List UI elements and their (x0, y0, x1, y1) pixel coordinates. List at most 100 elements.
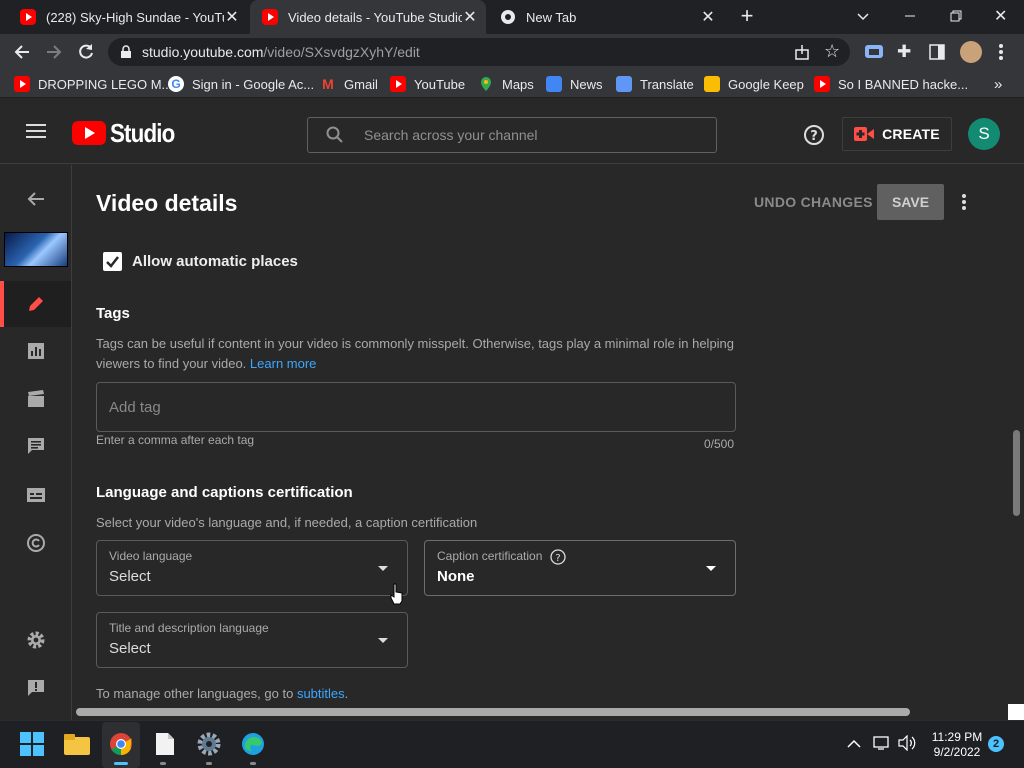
show-hidden-icons-icon[interactable] (847, 737, 861, 749)
new-tab-icon[interactable]: + (736, 5, 758, 28)
volume-icon[interactable] (898, 734, 916, 752)
svg-text:?: ? (810, 129, 818, 144)
help-circle-icon[interactable]: ? (550, 549, 566, 565)
settings-app-icon[interactable] (196, 731, 222, 757)
google-icon: G (168, 76, 184, 92)
search-placeholder: Search across your channel (364, 127, 538, 143)
video-thumbnail[interactable] (4, 232, 68, 267)
forward-icon[interactable] (44, 42, 64, 62)
youtube-icon (814, 76, 830, 92)
dropdown-arrow-icon (706, 566, 716, 571)
bookmark-label: DROPPING LEGO M... (38, 76, 173, 92)
tags-input[interactable]: Add tag (96, 382, 736, 432)
editor-clapper-icon[interactable] (24, 387, 48, 411)
active-indicator (0, 281, 4, 327)
share-icon[interactable] (794, 43, 812, 61)
save-button[interactable]: SAVE (877, 184, 944, 220)
bookmark-label: Gmail (344, 76, 378, 92)
more-options-icon[interactable] (960, 193, 968, 211)
extensions-puzzle-icon[interactable]: ✚ (897, 42, 917, 62)
more-bookmarks-icon[interactable]: » (994, 70, 1002, 98)
youtube-icon (14, 76, 30, 92)
browser-tab[interactable]: (228) Sky-High Sundae - YouTube ✕ (8, 0, 248, 34)
caption-certification-select[interactable]: Caption certification ? None (424, 540, 736, 596)
allow-places-checkbox[interactable] (103, 252, 122, 271)
profile-avatar[interactable] (960, 41, 982, 63)
tab-title: Video details - YouTube Studio (288, 9, 462, 25)
extension-screen-icon[interactable] (864, 43, 884, 61)
subtitles-icon[interactable] (24, 483, 48, 507)
back-icon[interactable] (12, 42, 32, 62)
copyright-icon[interactable] (24, 531, 48, 555)
bookmark-item[interactable]: So I BANNED hacke... (814, 70, 968, 98)
feedback-icon[interactable] (24, 676, 48, 700)
restore-icon[interactable] (948, 8, 964, 24)
more-menu-icon[interactable] (998, 42, 1004, 62)
field-value: Select (109, 640, 151, 657)
bookmark-label: News (570, 76, 603, 92)
create-label: CREATE (882, 126, 940, 142)
help-icon[interactable]: ? (803, 124, 825, 146)
account-avatar[interactable]: S (968, 118, 1000, 150)
chrome-icon[interactable] (108, 731, 134, 757)
youtube-logo-icon[interactable] (72, 121, 106, 145)
browser-tab-active[interactable]: Video details - YouTube Studio ✕ (250, 0, 486, 34)
tab-search-icon[interactable] (856, 6, 872, 28)
field-label: Title and description language (109, 621, 269, 635)
bookmark-item[interactable]: Google Keep (704, 70, 804, 98)
close-window-icon[interactable]: ✕ (994, 6, 1010, 25)
bookmark-item[interactable]: YouTube (390, 70, 465, 98)
bookmark-item[interactable]: M Gmail (320, 70, 378, 98)
side-panel-icon[interactable] (929, 44, 945, 60)
youtube-icon (262, 9, 278, 25)
video-language-select[interactable]: Video language Select (96, 540, 408, 596)
language-heading: Language and captions certification (96, 484, 353, 501)
channel-search-input[interactable]: Search across your channel (307, 117, 717, 153)
bookmark-star-icon[interactable]: ☆ (824, 41, 844, 61)
bookmark-label: So I BANNED hacke... (838, 76, 969, 92)
running-app-indicator (206, 762, 212, 765)
horizontal-scroll-thumb[interactable] (76, 708, 910, 716)
analytics-icon[interactable] (24, 339, 48, 363)
title-description-language-select[interactable]: Title and description language Select (96, 612, 408, 668)
close-tab-icon[interactable]: ✕ (224, 7, 240, 27)
bookmark-label: Translate (640, 76, 694, 92)
reload-icon[interactable] (76, 42, 96, 62)
tab-title: New Tab (526, 9, 577, 25)
edge-icon[interactable] (240, 731, 266, 757)
dropdown-arrow-icon (378, 566, 388, 571)
undo-changes-button[interactable]: UNDO CHANGES (754, 194, 873, 210)
comments-icon[interactable] (24, 434, 48, 458)
hamburger-menu-icon[interactable] (26, 123, 46, 139)
settings-gear-icon[interactable] (24, 628, 48, 652)
subtitles-link[interactable]: subtitles (297, 686, 345, 701)
system-clock[interactable]: 11:29 PM 9/2/2022 (925, 730, 989, 760)
close-tab-icon[interactable]: ✕ (462, 7, 478, 27)
address-bar[interactable]: studio.youtube.com/video/SXsvdgzXyhY/edi… (108, 38, 850, 66)
bookmark-item[interactable]: DROPPING LEGO M... (14, 70, 172, 98)
minimize-icon[interactable] (902, 8, 918, 24)
notification-badge[interactable]: 2 (988, 736, 1004, 752)
network-icon[interactable] (873, 735, 891, 751)
back-arrow-icon[interactable] (24, 187, 48, 211)
url-path: /video/SXsvdgzXyhY/edit (263, 44, 420, 60)
pencil-icon[interactable] (24, 292, 48, 316)
bookmark-item[interactable]: Maps (478, 70, 534, 98)
bookmark-item[interactable]: News (546, 70, 603, 98)
learn-more-link[interactable]: Learn more (250, 356, 316, 371)
close-tab-icon[interactable]: ✕ (700, 7, 716, 27)
field-value: Select (109, 568, 151, 585)
bookmark-item[interactable]: Translate (616, 70, 694, 98)
scroll-corner (1008, 704, 1024, 720)
language-description: Select your video's language and, if nee… (96, 515, 478, 530)
field-value: None (437, 568, 475, 585)
tags-heading: Tags (96, 305, 130, 322)
file-explorer-icon[interactable] (64, 731, 90, 757)
browser-tab[interactable]: New Tab ✕ (488, 0, 724, 34)
windows-start-icon[interactable] (19, 731, 45, 757)
search-icon (326, 126, 344, 144)
vertical-scroll-thumb[interactable] (1013, 430, 1020, 516)
bookmark-item[interactable]: G Sign in - Google Ac... (168, 70, 314, 98)
create-button[interactable]: CREATE (842, 117, 952, 151)
notepad-icon[interactable] (152, 731, 178, 757)
